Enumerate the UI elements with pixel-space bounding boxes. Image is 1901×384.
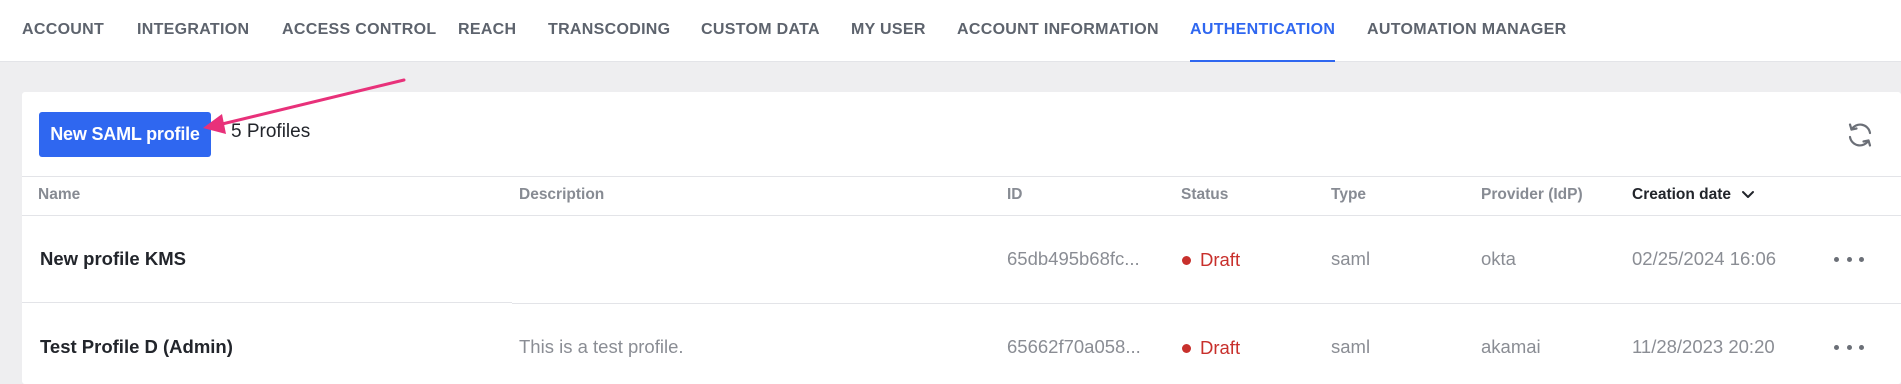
more-options-icon[interactable]: [1834, 251, 1864, 267]
column-header-provider: Provider (IdP): [1481, 186, 1583, 203]
column-header-description: Description: [519, 186, 605, 203]
creation-date-label: Creation date: [1632, 186, 1732, 203]
table-divider: [22, 215, 1901, 216]
refresh-icon[interactable]: [1845, 120, 1875, 150]
tab-account-information[interactable]: ACCOUNT INFORMATION: [957, 0, 1159, 62]
profile-id: 65662f70a058...: [1007, 336, 1141, 357]
status-label: Draft: [1200, 337, 1241, 358]
profile-provider: okta: [1481, 248, 1516, 269]
more-options-icon[interactable]: [1834, 339, 1864, 355]
column-header-name: Name: [38, 186, 81, 203]
table-divider: [22, 176, 1901, 177]
tab-my-user[interactable]: MY USER: [851, 0, 926, 62]
status-dot-icon: [1182, 343, 1191, 353]
profile-type: saml: [1331, 248, 1371, 269]
profile-id: 65db495b68fc...: [1007, 248, 1140, 269]
profile-count: 5 Profiles: [231, 121, 311, 142]
tab-reach[interactable]: REACH: [458, 0, 516, 62]
status-dot-icon: [1182, 255, 1191, 265]
profile-provider: akamai: [1481, 336, 1541, 357]
status-label: Draft: [1200, 249, 1241, 270]
profile-creation-date: 02/25/2024 16:06: [1632, 248, 1777, 269]
column-header-type: Type: [1331, 186, 1367, 203]
tab-transcoding[interactable]: TRANSCODING: [548, 0, 670, 62]
tab-authentication[interactable]: AUTHENTICATION: [1190, 0, 1336, 62]
row-divider: [22, 302, 512, 303]
top-navigation: ACCOUNT INTEGRATION ACCESS CONTROL REACH…: [0, 0, 1901, 62]
tab-access-control[interactable]: ACCESS CONTROL: [282, 0, 436, 62]
profile-creation-date: 11/28/2023 20:20: [1632, 336, 1775, 357]
tab-automation-manager[interactable]: AUTOMATION MANAGER: [1367, 0, 1566, 62]
tab-custom-data[interactable]: CUSTOM DATA: [701, 0, 820, 62]
profile-name[interactable]: Test Profile D (Admin): [40, 336, 233, 358]
chevron-down-icon: [1742, 191, 1755, 198]
status-badge: Draft: [1182, 337, 1240, 359]
column-header-id: ID: [1007, 186, 1023, 203]
column-header-creation-date[interactable]: Creation date: [1632, 186, 1755, 204]
status-badge: Draft: [1182, 249, 1240, 271]
tab-account[interactable]: ACCOUNT: [22, 0, 104, 62]
profile-description: This is a test profile.: [519, 336, 684, 357]
profile-name[interactable]: New profile KMS: [40, 248, 186, 270]
tab-integration[interactable]: INTEGRATION: [137, 0, 249, 62]
profile-type: saml: [1331, 336, 1371, 357]
row-divider: [512, 303, 1901, 304]
new-saml-profile-button[interactable]: New SAML profile: [39, 112, 211, 157]
column-header-status: Status: [1181, 186, 1229, 203]
